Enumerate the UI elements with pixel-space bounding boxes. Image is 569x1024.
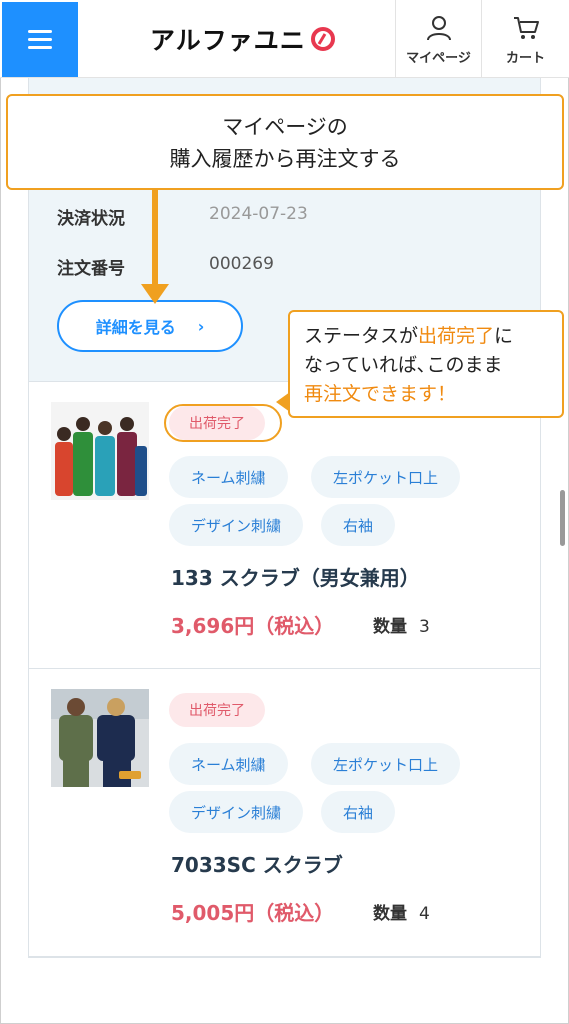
quantity-label: 数量 [373,617,407,637]
status-highlight-ring [164,404,282,442]
scrollbar[interactable] [560,490,565,546]
option-tag: 左ポケット口上 [311,456,461,498]
status-badge: 出荷完了 [169,693,265,727]
product-price: 3,696円（税込） [171,614,335,638]
menu-button[interactable] [2,2,78,77]
order-number-label: 注文番号 [57,259,125,279]
option-tag: 左ポケット口上 [311,743,461,785]
status-callout: ステータスが出荷完了に なっていれば､このまま 再注文できます！ [288,310,564,418]
callout-line: 再注文できます！ [304,383,457,405]
product-name[interactable]: 7033SC スクラブ [171,849,343,878]
site-header: アルファユニ マイページ カート [0,0,569,78]
mypage-label: マイページ [406,50,471,66]
callout-highlight: 出荷完了 [418,325,495,347]
person-icon [426,15,451,40]
callout-line: 購入履歴から再注文する [169,147,401,171]
instruction-callout: マイページの 購入履歴から再注文する [6,94,564,190]
callout-line: なっていれば､このまま [304,354,503,376]
option-tag: デザイン刺繍 [169,791,304,833]
quantity-value: 3 [419,617,430,637]
order-number-row: 注文番号 000269 [57,254,274,279]
option-tag: デザイン刺繍 [169,504,304,546]
logo-text: アルファユニ [150,26,306,55]
scrub-photo-image [51,689,149,787]
product-image[interactable] [51,689,149,787]
payment-row: 決済状況 2024-07-23 [57,204,308,229]
product-price: 5,005円（税込） [171,901,335,925]
mypage-button[interactable]: マイページ [395,0,481,78]
quantity: 数量 4 [373,899,430,924]
quantity: 数量 3 [373,612,430,637]
cart-icon [513,16,539,39]
site-logo[interactable]: アルファユニ [150,22,336,56]
view-details-button[interactable]: 詳細を見る › [57,300,243,352]
arrow-head-icon [141,284,169,304]
chevron-right-icon: › [197,316,205,336]
arrow-down-icon [152,190,158,288]
callout-text: ステータスが [304,325,419,347]
callout-text: に [494,325,514,347]
callout-line: マイページの [222,115,348,139]
cart-label: カート [505,50,545,66]
quantity-value: 4 [419,904,430,924]
logo-mark-icon [310,27,335,51]
order-card: 決済状況 2024-07-23 注文番号 000269 詳細を見る › 出荷完了… [28,78,541,958]
order-number-value: 000269 [209,254,274,274]
option-tag: ネーム刺繍 [169,456,288,498]
callout-line: ステータスが出荷完了に [304,322,562,351]
hamburger-icon [28,29,52,50]
option-tag: ネーム刺繍 [169,743,288,785]
product-name[interactable]: 133 スクラブ（男女兼用） [171,562,420,591]
view-details-label: 詳細を見る [95,318,176,337]
product-item: 出荷完了 ネーム刺繍 左ポケット口上 デザイン刺繍 右袖 7033SC スクラブ… [29,669,540,957]
option-tag: 右袖 [321,504,396,546]
product-item: 出荷完了 ネーム刺繍 左ポケット口上 デザイン刺繍 右袖 133 スクラブ（男女… [29,382,540,669]
payment-value: 2024-07-23 [209,204,308,224]
option-tag: 右袖 [321,791,396,833]
quantity-label: 数量 [373,904,407,924]
scrub-photo-image [51,402,149,500]
product-image[interactable] [51,402,149,500]
payment-label: 決済状況 [57,209,125,229]
cart-button[interactable]: カート [481,0,569,78]
